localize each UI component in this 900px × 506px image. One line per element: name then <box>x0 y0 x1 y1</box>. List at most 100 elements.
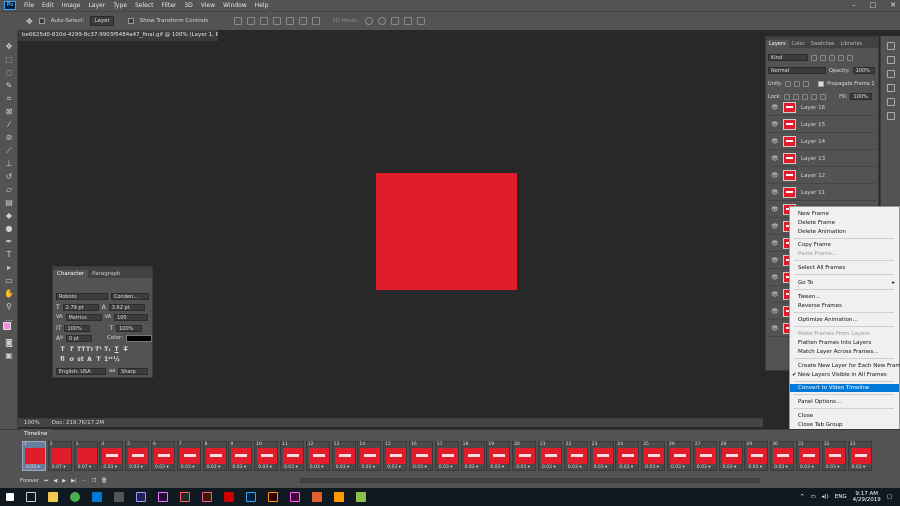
frame-delay-dropdown[interactable]: 0.03 ▾ <box>465 465 479 470</box>
align-hcenter-icon[interactable] <box>286 17 295 25</box>
timeline-frame[interactable]: 30 0.03 ▾ <box>770 441 795 471</box>
type-tool-icon[interactable]: T <box>4 250 14 259</box>
visibility-eye-icon[interactable]: 👁 <box>771 104 779 111</box>
menu-file[interactable]: File <box>20 2 38 9</box>
menu-item-delete-frame[interactable]: Delete Frame <box>790 219 899 227</box>
timeline-frame[interactable]: 7 0.03 ▾ <box>176 441 201 471</box>
clock[interactable]: 9:17 AM 4/29/2019 <box>853 491 881 503</box>
frame-delay-dropdown[interactable]: 0.03 ▾ <box>619 465 633 470</box>
tween-icon[interactable]: ⋯ <box>82 478 87 484</box>
distribute-icon[interactable] <box>312 17 321 25</box>
after-effects-icon[interactable] <box>136 492 146 502</box>
titling-button[interactable]: T <box>95 356 102 363</box>
filter-shape-icon[interactable] <box>838 54 844 61</box>
fill-field[interactable]: 100% <box>850 93 873 100</box>
photoshop-taskbar-icon[interactable] <box>246 492 256 502</box>
timeline-frame[interactable]: 23 0.03 ▾ <box>589 441 614 471</box>
underline-button[interactable]: T <box>113 346 120 353</box>
store-icon[interactable] <box>114 492 124 502</box>
timeline-frame[interactable]: 20 0.03 ▾ <box>512 441 537 471</box>
frame-delay-dropdown[interactable]: 0.03 ▾ <box>723 465 737 470</box>
timeline-frame[interactable]: 9 0.03 ▾ <box>228 441 253 471</box>
frame-delay-dropdown[interactable]: 0.03 ▾ <box>697 465 711 470</box>
menu-item-panel-options[interactable]: Panel Options... <box>790 398 899 406</box>
timeline-frame[interactable]: 25 0.03 ▾ <box>641 441 666 471</box>
old-style-button[interactable]: ơ <box>68 356 75 363</box>
maximize-button[interactable]: □ <box>870 1 877 9</box>
text-color-swatch[interactable] <box>126 334 153 342</box>
leading-field[interactable]: 3.62 pt <box>108 303 145 311</box>
3d-pan-icon[interactable] <box>390 17 399 25</box>
brush-tool-icon[interactable]: ⟋ <box>4 146 14 155</box>
faux-italic-button[interactable]: T <box>68 346 75 353</box>
timeline-frame[interactable]: 22 0.03 ▾ <box>563 441 588 471</box>
kerning-field[interactable]: Metrics <box>65 313 102 321</box>
first-frame-icon[interactable]: ⏮ <box>44 478 49 484</box>
timeline-frame[interactable]: 17 0.03 ▾ <box>434 441 459 471</box>
timeline-frame[interactable]: 31 0.03 ▾ <box>796 441 820 471</box>
visibility-eye-icon[interactable]: 👁 <box>771 206 779 213</box>
chrome-icon[interactable] <box>70 492 80 502</box>
photoshop-logo-icon[interactable]: Ps <box>4 1 16 10</box>
visibility-eye-icon[interactable]: 👁 <box>771 138 779 145</box>
lock-pixels-icon[interactable] <box>784 93 791 100</box>
pen-tool-icon[interactable]: ✒ <box>4 237 14 246</box>
3d-slide-icon[interactable] <box>403 17 412 25</box>
quick-mask-icon[interactable]: ◙ <box>4 338 14 347</box>
frame-delay-dropdown[interactable]: 0.03 ▾ <box>26 465 40 470</box>
3d-panel-icon[interactable] <box>887 42 895 50</box>
move-tool-icon[interactable]: ✥ <box>26 17 33 26</box>
timeline-frame[interactable]: 4 0.03 ▾ <box>99 441 124 471</box>
frame-delay-dropdown[interactable]: 0.03 ▾ <box>284 465 298 470</box>
font-size-field[interactable]: 2.79 pt <box>62 303 99 311</box>
close-window-button[interactable]: ✕ <box>890 1 896 9</box>
marquee-tool-icon[interactable]: ⬚ <box>4 55 14 64</box>
fractions-button[interactable]: ½ <box>113 356 120 363</box>
filter-kind-dropdown[interactable]: Kind <box>768 54 808 61</box>
auto-select-target-dropdown[interactable]: Layer <box>90 16 114 26</box>
premiere-icon[interactable] <box>158 492 168 502</box>
visibility-eye-icon[interactable]: 👁 <box>771 223 779 230</box>
timeline-frame[interactable]: 27 0.03 ▾ <box>692 441 717 471</box>
faux-bold-button[interactable]: T <box>59 346 66 353</box>
eraser-tool-icon[interactable]: ▱ <box>4 185 14 194</box>
menu-item-close-tab-group[interactable]: Close Tab Group <box>790 421 899 429</box>
foreground-color-swatch[interactable] <box>3 322 11 330</box>
lightroom-icon[interactable] <box>202 492 212 502</box>
language-dropdown[interactable]: English: USA <box>56 367 106 375</box>
path-selection-tool-icon[interactable]: ▸ <box>4 263 14 272</box>
visibility-eye-icon[interactable]: 👁 <box>771 325 779 332</box>
3d-roll-icon[interactable] <box>377 17 386 25</box>
frame-delay-dropdown[interactable]: 0.03 ▾ <box>413 465 427 470</box>
frame-delay-dropdown[interactable]: 0.03 ▾ <box>361 465 375 470</box>
layer-name[interactable]: Layer 15 <box>801 122 825 128</box>
frame-delay-dropdown[interactable]: 0.03 ▾ <box>748 465 762 470</box>
layer-row[interactable]: 👁 Layer 13 <box>768 151 876 167</box>
minimize-button[interactable]: – <box>852 1 856 9</box>
menu-item-optimize-animation[interactable]: Optimize Animation... <box>790 316 899 324</box>
tab-swatches[interactable]: Swatches <box>808 40 838 48</box>
visibility-eye-icon[interactable]: 👁 <box>771 291 779 298</box>
canvas-image[interactable] <box>376 173 517 290</box>
layer-name[interactable]: Layer 13 <box>801 156 825 162</box>
visibility-eye-icon[interactable]: 👁 <box>771 155 779 162</box>
align-vcenter-icon[interactable] <box>247 17 256 25</box>
illustrator-icon[interactable] <box>268 492 278 502</box>
frame-delay-dropdown[interactable]: 0.03 ▾ <box>774 465 788 470</box>
frame-delay-dropdown[interactable]: 0.03 ▾ <box>155 465 169 470</box>
layer-name[interactable]: Layer 11 <box>801 190 825 196</box>
align-top-icon[interactable] <box>234 17 243 25</box>
menu-item-new-frame[interactable]: New Frame <box>790 210 899 218</box>
all-caps-button[interactable]: TT <box>77 346 85 353</box>
history-brush-tool-icon[interactable]: ↺ <box>4 172 14 181</box>
zoom-tool-icon[interactable]: ⚲ <box>4 302 14 311</box>
xd-icon[interactable] <box>290 492 300 502</box>
strikethrough-button[interactable]: T <box>122 346 129 353</box>
timeline-frame[interactable]: 29 0.03 ▾ <box>744 441 769 471</box>
timeline-frame[interactable]: 26 0.03 ▾ <box>667 441 691 471</box>
align-bottom-icon[interactable] <box>260 17 269 25</box>
tab-paragraph[interactable]: Paragraph <box>88 270 124 278</box>
outlook-icon[interactable] <box>92 492 102 502</box>
layer-row[interactable]: 👁 Layer 12 <box>768 168 876 184</box>
vertical-scale-field[interactable]: 100% <box>64 324 91 332</box>
